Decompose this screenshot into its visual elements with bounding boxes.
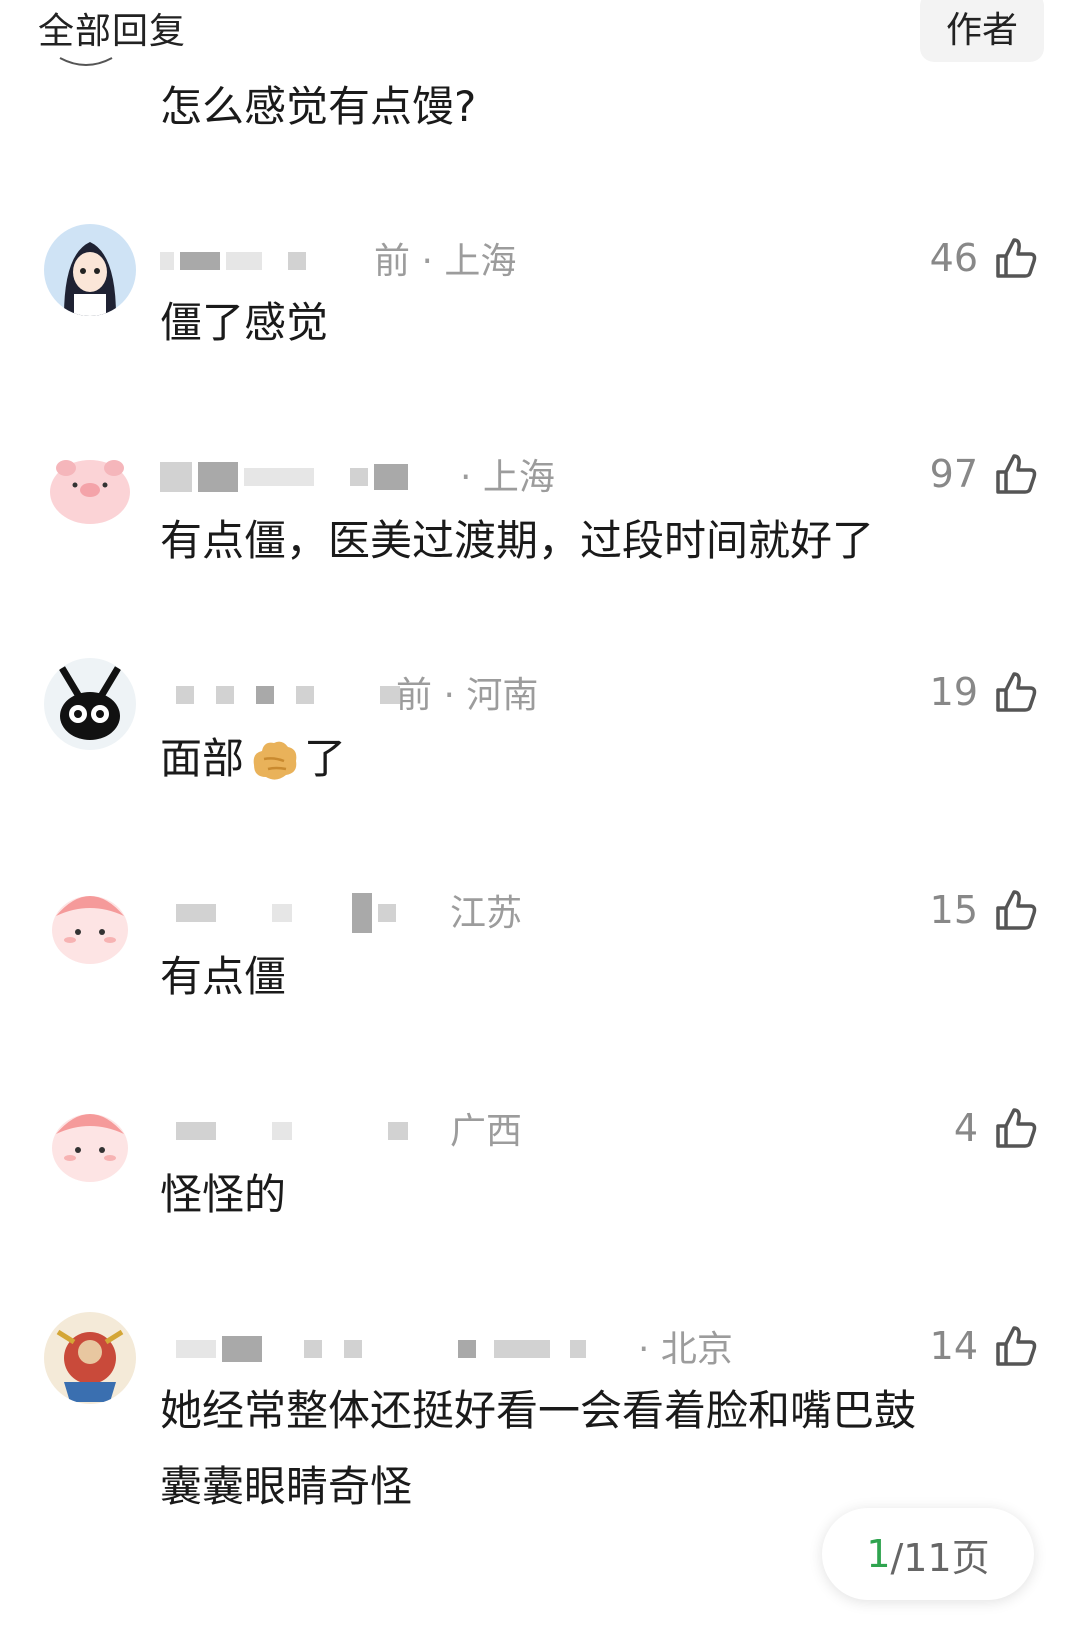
reply-time-location: 前 · 上海 (374, 241, 517, 282)
avatar[interactable] (44, 658, 136, 750)
reply-text: 有点僵 (160, 952, 287, 1001)
avatar[interactable] (44, 876, 136, 968)
avatar[interactable] (44, 1312, 136, 1404)
like-button[interactable]: 19 (930, 666, 1040, 718)
page-indicator[interactable]: 1/11页 (822, 1508, 1034, 1600)
username-blurred[interactable] (160, 674, 406, 716)
ginger-emoji-icon (253, 741, 297, 780)
thumbs-up-icon (996, 1326, 1037, 1366)
like-count: 19 (929, 670, 978, 714)
username-blurred[interactable] (160, 240, 312, 282)
reply-text: 她经常整体还挺好看一会看着脸和嘴巴鼓 (160, 1386, 917, 1435)
reply-meta: · 上海 97 (160, 448, 1040, 498)
thumbs-up-icon (996, 454, 1037, 494)
thumbs-up-icon (996, 1108, 1037, 1148)
like-button[interactable]: 15 (930, 884, 1040, 936)
reply-time-location: · 北京 (638, 1329, 733, 1370)
reply-time-location: · 上海 (460, 457, 555, 498)
reply-meta: 前 · 河南 19 (160, 666, 1040, 716)
like-count: 15 (929, 888, 978, 932)
reply-time-location: 广西 (450, 1111, 523, 1152)
like-count: 4 (953, 1106, 978, 1150)
reply-meta: · 北京 14 (160, 1320, 1040, 1370)
reply-text: 怪怪的 (160, 1170, 287, 1219)
reply-time-location: 前 · 河南 (396, 675, 539, 716)
header: 全部回复 作者 (0, 0, 1080, 62)
like-button[interactable]: 46 (930, 232, 1040, 284)
avatar[interactable] (44, 440, 136, 532)
reply-meta: 广西 4 (160, 1102, 1040, 1152)
total-pages: /11页 (890, 1535, 990, 1580)
thumbs-up-icon (996, 890, 1037, 930)
reply-meta: 江苏 15 (160, 884, 1040, 934)
author-filter-button[interactable]: 作者 (920, 0, 1044, 62)
reply-text: 怎么感觉有点馒? (160, 82, 477, 131)
username-blurred[interactable] (160, 1328, 592, 1370)
like-button[interactable]: 97 (930, 448, 1040, 500)
reply-text: 僵了感觉 (160, 298, 329, 347)
username-blurred[interactable] (160, 892, 402, 934)
avatar[interactable] (40, 0, 132, 90)
thumbs-up-icon (996, 238, 1037, 278)
reply-text: 囊囊眼睛奇怪 (160, 1462, 413, 1511)
like-count: 14 (929, 1324, 978, 1368)
thumbs-up-icon (996, 672, 1037, 712)
reply-text: 有点僵，医美过渡期，过段时间就好了 (160, 516, 875, 565)
like-count: 97 (929, 452, 978, 496)
reply-text-part: 面部 (160, 734, 245, 783)
reply-meta: 前 · 上海 46 (160, 232, 1040, 282)
avatar[interactable] (44, 224, 136, 316)
avatar[interactable] (44, 1094, 136, 1186)
like-button[interactable]: 4 (954, 1102, 1040, 1154)
reply-time-location: 江苏 (450, 893, 523, 934)
reply-text: 面部 了 (160, 722, 346, 796)
reply-text-part: 了 (304, 734, 347, 783)
username-blurred[interactable] (160, 456, 414, 498)
username-blurred[interactable] (160, 1110, 414, 1152)
current-page: 1 (866, 1532, 891, 1576)
like-count: 46 (929, 236, 978, 280)
like-button[interactable]: 14 (930, 1320, 1040, 1372)
